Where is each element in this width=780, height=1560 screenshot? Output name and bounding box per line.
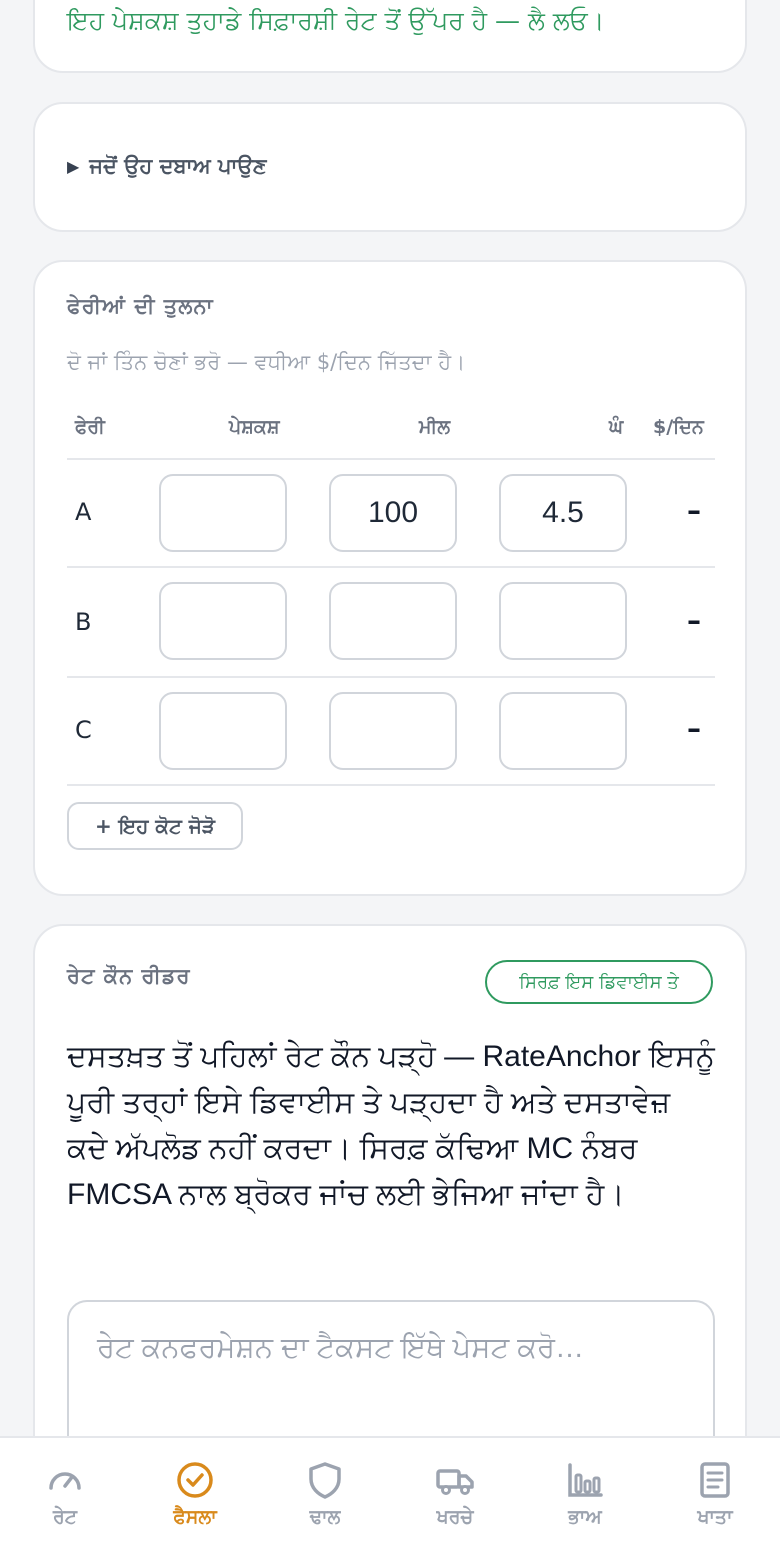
header-per-day: $/ਦਿਨ xyxy=(653,416,704,438)
row-c-letter: C xyxy=(75,716,92,744)
nav-label-prices: ਭਾਅ xyxy=(568,1506,602,1528)
bottom-nav: ਰੇਟ ਫੈਸਲਾ ਢਾਲ ਖਰਚੇ ਭਾਅ ਖਾਤਾ xyxy=(0,1436,780,1560)
header-trip: ਫੇਰੀ xyxy=(75,416,105,438)
truck-icon xyxy=(436,1469,474,1495)
nav-label-shield: ਢਾਲ xyxy=(309,1506,341,1528)
nav-item-decision[interactable]: ਫੈਸਲਾ xyxy=(130,1438,260,1560)
nav-label-rate: ਰੇਟ xyxy=(53,1506,77,1528)
nav-item-prices[interactable]: ਭਾਅ xyxy=(520,1438,650,1560)
compare-table-header: ਫੇਰੀ ਪੇਸ਼ਕਸ਼ ਮੀਲ ਘੰ $/ਦਿਨ xyxy=(67,416,715,446)
gauge-icon xyxy=(49,1472,81,1490)
divider xyxy=(67,458,715,460)
row-a-per-day: – xyxy=(687,494,701,527)
nav-item-rate[interactable]: ਰੇਟ xyxy=(0,1438,130,1560)
row-b-letter: B xyxy=(75,608,92,636)
divider xyxy=(67,676,715,678)
row-b-offer-input[interactable] xyxy=(159,582,287,660)
compare-subtitle: ਦੋ ਜਾਂ ਤਿੰਨ ਚੋਣਾਂ ਭਰੋ — ਵਧੀਆ $/ਦਿਨ ਜਿੱਤਦ… xyxy=(67,350,466,374)
pressure-disclosure[interactable]: ▶ ਜਦੋਂ ਉਹ ਦਬਾਅ ਪਾਉਣ xyxy=(67,154,266,179)
accept-verdict-text: ਇਹ ਪੇਸ਼ਕਸ਼ ਤੁਹਾਡੇ ਸਿਫ਼ਾਰਸ਼ੀ ਰੇਟ ਤੋਂ ਉੱਪਰ… xyxy=(67,6,605,35)
compare-title: ਫੇਰੀਆਂ ਦੀ ਤੁਲਨਾ xyxy=(67,294,214,318)
row-b-miles-input[interactable] xyxy=(329,582,457,660)
row-c-offer-input[interactable] xyxy=(159,692,287,770)
add-quote-button[interactable]: + ਇਹ ਕੋਟ ਜੋੜੋ xyxy=(67,802,243,850)
divider xyxy=(67,566,715,568)
reader-title: ਰੇਟ ਕੌਨ ਰੀਡਰ xyxy=(67,964,191,988)
row-b-per-day: – xyxy=(687,604,701,637)
shield-icon xyxy=(309,1462,341,1499)
document-icon xyxy=(700,1462,730,1498)
nav-item-expenses[interactable]: ਖਰਚੇ xyxy=(390,1438,520,1560)
pressure-card: ▶ ਜਦੋਂ ਉਹ ਦਬਾਅ ਪਾਉਣ xyxy=(33,102,747,232)
nav-item-shield[interactable]: ਢਾਲ xyxy=(260,1438,390,1560)
verdict-card: ਇਹ ਪੇਸ਼ਕਸ਼ ਤੁਹਾਡੇ ਸਿਫ਼ਾਰਸ਼ੀ ਰੇਟ ਤੋਂ ਉੱਪਰ… xyxy=(33,0,747,73)
nav-label-expenses: ਖਰਚੇ xyxy=(436,1506,474,1528)
bar-chart-icon xyxy=(568,1463,603,1497)
row-a-hours-input[interactable] xyxy=(499,474,627,552)
header-offer: ਪੇਸ਼ਕਸ਼ xyxy=(229,416,280,438)
row-c-per-day: – xyxy=(687,712,701,745)
reader-description: ਦਸਤਖ਼ਤ ਤੋਂ ਪਹਿਲਾਂ ਰੇਟ ਕੌਨ ਪੜ੍ਹੋ — RateAn… xyxy=(67,1040,715,1211)
row-a-letter: A xyxy=(75,498,92,526)
trip-compare-card: ਫੇਰੀਆਂ ਦੀ ਤੁਲਨਾ ਦੋ ਜਾਂ ਤਿੰਨ ਚੋਣਾਂ ਭਰੋ — … xyxy=(33,260,747,896)
divider xyxy=(67,784,715,786)
nav-label-account: ਖਾਤਾ xyxy=(697,1506,733,1528)
disclosure-triangle-icon: ▶ xyxy=(67,157,80,176)
check-circle-icon xyxy=(177,1462,213,1498)
nav-item-account[interactable]: ਖਾਤਾ xyxy=(650,1438,780,1560)
row-a-miles-input[interactable] xyxy=(329,474,457,552)
row-a-offer-input[interactable] xyxy=(159,474,287,552)
pressure-label: ਜਦੋਂ ਉਹ ਦਬਾਅ ਪਾਉਣ xyxy=(89,154,267,178)
nav-label-decision: ਫੈਸਲਾ xyxy=(173,1506,217,1528)
header-miles: ਮੀਲ xyxy=(419,416,451,438)
header-hours: ਘੰ xyxy=(609,416,624,438)
on-device-badge: ਸਿਰਫ਼ ਇਸ ਡਿਵਾਈਸ ਤੇ xyxy=(485,960,713,1004)
row-c-hours-input[interactable] xyxy=(499,692,627,770)
row-c-miles-input[interactable] xyxy=(329,692,457,770)
row-b-hours-input[interactable] xyxy=(499,582,627,660)
